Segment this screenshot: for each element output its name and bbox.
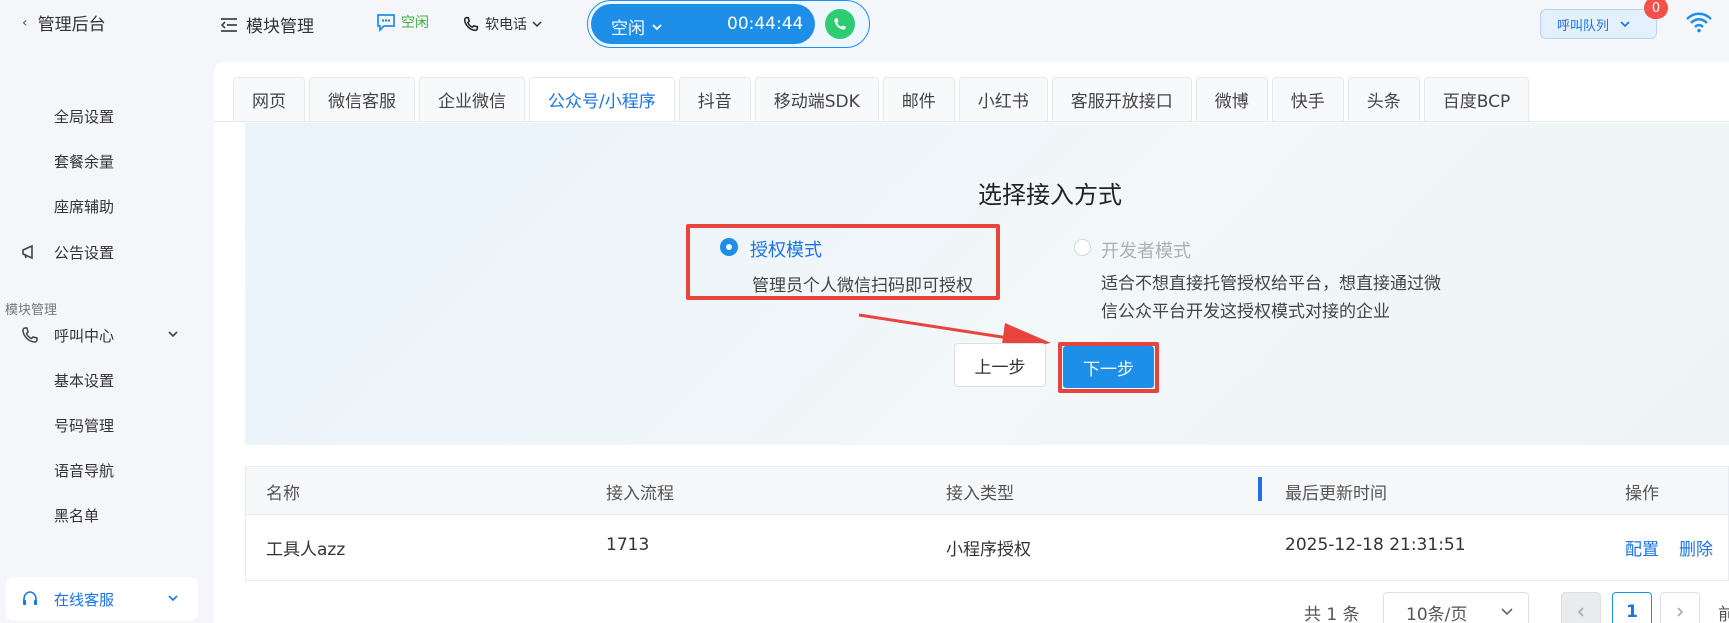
column-header-updated: 最后更新时间 [1285, 484, 1387, 504]
tab-baidu-bcp[interactable]: 百度BCP [1423, 77, 1530, 121]
sidebar-item-ivr[interactable]: 语音导航 [0, 454, 196, 486]
back-to-admin[interactable]: ‹ 管理后台 [22, 10, 106, 36]
sidebar-section-label: 模块管理 [5, 303, 58, 318]
tab-mobile-sdk[interactable]: 移动端SDK [754, 77, 879, 121]
sidebar-item-blacklist[interactable]: 黑名单 [0, 499, 196, 531]
call-timer: 00:44:44 [727, 14, 804, 34]
wifi-icon[interactable] [1685, 10, 1713, 34]
pagination-total: 共 1 条 [1304, 605, 1360, 623]
sidebar-item-agent-assist[interactable]: 座席辅助 [0, 190, 196, 222]
chevron-down-icon [1501, 608, 1513, 616]
prev-page-button[interactable] [1561, 592, 1601, 623]
queue-count-badge: 0 [1644, 0, 1668, 19]
cell-updated: 2025-12-18 21:31:51 [1285, 535, 1466, 555]
cell-flow: 1713 [606, 535, 650, 555]
auth-mode-description: 管理员个人微信扫码即可授权 [752, 276, 973, 296]
tab-email[interactable]: 邮件 [882, 77, 955, 121]
chevron-left-icon: ‹ [22, 14, 28, 31]
tab-douyin[interactable]: 抖音 [678, 77, 751, 121]
page-number-current[interactable]: 1 [1612, 592, 1652, 623]
chevron-down-icon [168, 595, 178, 602]
phone-icon [22, 327, 38, 343]
access-mode-title: 选择接入方式 [978, 181, 1122, 209]
menu-fold-icon [220, 17, 237, 32]
headset-icon [23, 591, 37, 605]
tab-web[interactable]: 网页 [233, 77, 305, 121]
goto-page-label: 前 [1718, 605, 1729, 623]
sidebar-item-announcement[interactable]: 公告设置 [0, 236, 196, 268]
softphone-menu[interactable]: 软电话 [462, 14, 542, 34]
sidebar-item-global-settings[interactable]: 全局设置 [0, 100, 196, 132]
chevron-down-icon [1620, 21, 1630, 28]
chevron-down-icon [652, 23, 662, 30]
agent-status-label: 空闲 [401, 15, 429, 31]
next-step-button[interactable]: 下一步 [1063, 346, 1154, 388]
auth-mode-label[interactable]: 授权模式 [750, 236, 822, 262]
sidebar: ‹ 管理后台 全局设置 套餐余量 座席辅助 公告设置 模块管理 呼叫中心 基本设… [0, 0, 198, 623]
sidebar-item-call-center[interactable]: 呼叫中心 [0, 319, 196, 351]
cell-type: 小程序授权 [946, 540, 1031, 560]
sidebar-item-online-service[interactable]: 在线客服 [6, 577, 198, 621]
module-title: 模块管理 [246, 17, 314, 37]
phone-icon [834, 18, 846, 30]
call-queue-button[interactable]: 呼叫队列 [1540, 9, 1657, 39]
tab-wechat-service[interactable]: 微信客服 [309, 77, 415, 121]
tab-open-api[interactable]: 客服开放接口 [1051, 77, 1192, 121]
chat-bubble-icon [377, 14, 395, 32]
tab-xiaohongshu[interactable]: 小红书 [958, 77, 1048, 121]
next-page-button[interactable] [1660, 592, 1700, 623]
column-header-name: 名称 [266, 484, 300, 504]
tab-toutiao[interactable]: 头条 [1347, 77, 1420, 121]
answer-call-button[interactable] [825, 9, 855, 39]
cell-name: 工具人azz [266, 540, 346, 560]
softphone-label: 软电话 [485, 17, 527, 33]
sidebar-title: 管理后台 [37, 15, 106, 35]
tab-wecom[interactable]: 企业微信 [419, 77, 525, 121]
delete-link[interactable]: 删除 [1679, 535, 1713, 560]
developer-mode-description: 适合不想直接托管授权给平台，想直接通过微信公众平台开发这授权模式对接的企业 [1101, 274, 1441, 322]
sidebar-item-basic-settings[interactable]: 基本设置 [0, 364, 196, 396]
column-header-flow: 接入流程 [606, 484, 674, 504]
page-size-value: 10条/页 [1406, 604, 1468, 623]
auth-mode-radio[interactable] [720, 238, 738, 256]
phone-icon [463, 16, 479, 32]
chevron-right-icon [1677, 607, 1684, 617]
chevron-down-icon [532, 21, 542, 28]
chevron-down-icon [168, 331, 178, 338]
column-resize-handle[interactable] [1258, 477, 1262, 501]
page-size-select[interactable]: 10条/页 [1383, 592, 1529, 623]
sidebar-item-plan-balance[interactable]: 套餐余量 [0, 145, 196, 177]
column-header-type: 接入类型 [946, 484, 1014, 504]
channel-tabs: 网页 微信客服 企业微信 公众号/小程序 抖音 移动端SDK 邮件 小红书 客服… [233, 77, 1530, 121]
column-header-actions: 操作 [1625, 484, 1659, 504]
megaphone-icon [22, 244, 33, 260]
chevron-left-icon [1577, 607, 1584, 617]
module-management-menu[interactable]: 模块管理 [220, 12, 314, 37]
sidebar-item-number-management[interactable]: 号码管理 [0, 409, 196, 441]
agent-status[interactable]: 空闲 [375, 12, 429, 32]
call-status-toggle[interactable]: 空闲 00:44:44 [591, 4, 815, 44]
call-bar: 空闲 00:44:44 [587, 0, 870, 48]
configure-link[interactable]: 配置 [1625, 535, 1659, 560]
tab-kuaishou[interactable]: 快手 [1271, 77, 1344, 121]
tab-weibo[interactable]: 微博 [1195, 77, 1268, 121]
tab-divider [214, 121, 1729, 122]
call-status-label: 空闲 [611, 19, 645, 39]
prev-step-button[interactable]: 上一步 [954, 343, 1046, 387]
tab-official-account[interactable]: 公众号/小程序 [529, 77, 675, 121]
developer-mode-radio[interactable] [1074, 239, 1091, 256]
access-table: 名称 接入流程 接入类型 最后更新时间 操作 工具人azz 1713 小程序授权… [245, 466, 1729, 581]
developer-mode-label[interactable]: 开发者模式 [1101, 237, 1191, 263]
call-queue-label: 呼叫队列 [1557, 18, 1610, 34]
